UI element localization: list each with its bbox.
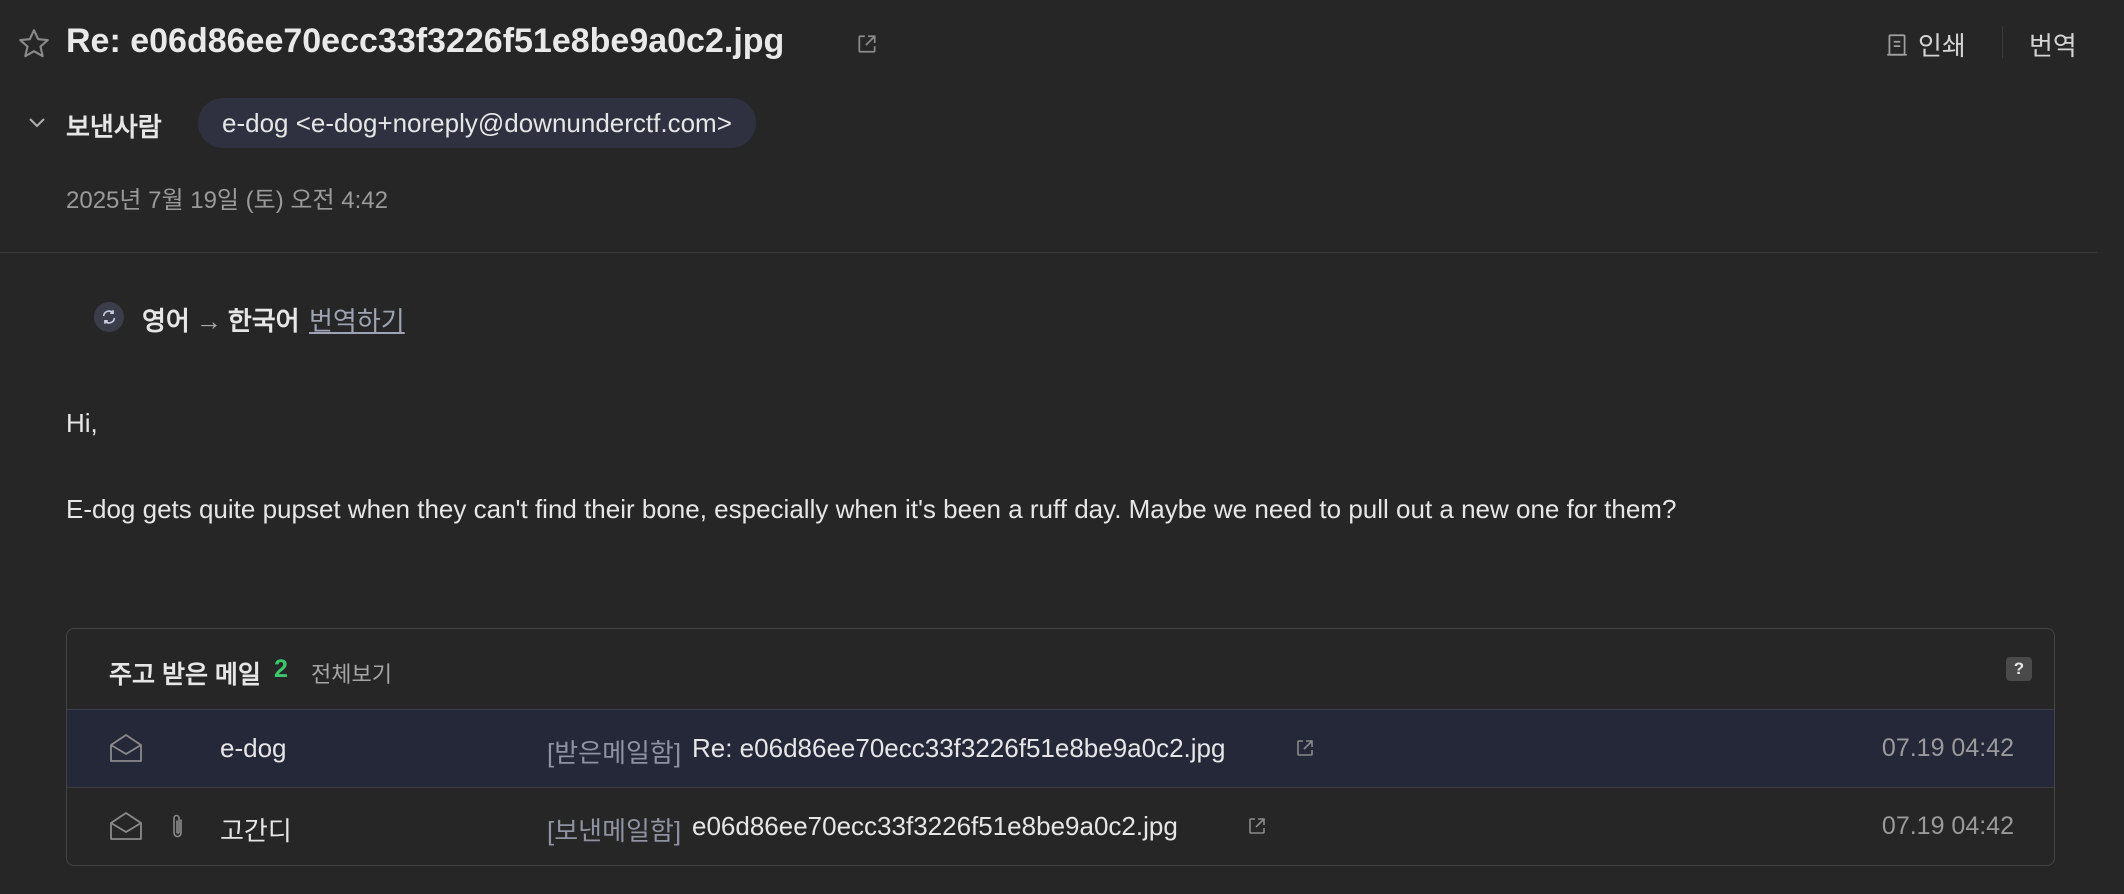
thread-row-time: 07.19 04:42	[1881, 812, 2014, 840]
thread-row[interactable]: 고간디 [보낸메일함] e06d86ee70ecc33f3226f51e8be9…	[67, 787, 2054, 865]
translate-languages: 영어 → 한국어	[142, 301, 300, 338]
translate-button[interactable]: 번역	[2029, 26, 2077, 63]
translate-icon	[94, 302, 124, 332]
external-link-icon[interactable]	[1247, 816, 1267, 836]
thread-row-time: 07.19 04:42	[1881, 734, 2014, 762]
thread-row-subject[interactable]: Re: e06d86ee70ecc33f3226f51e8be9a0c2.jpg	[692, 733, 1225, 764]
print-label: 인쇄	[1918, 31, 1966, 61]
arrow-icon: →	[195, 306, 222, 336]
thread-row-subject[interactable]: e06d86ee70ecc33f3226f51e8be9a0c2.jpg	[692, 811, 1178, 842]
mail-date: 2025년 7월 19일 (토) 오전 4:42	[66, 187, 388, 214]
thread-row[interactable]: e-dog [받은메일함] Re: e06d86ee70ecc33f3226f5…	[67, 709, 2054, 787]
mail-subject: Re: e06d86ee70ecc33f3226f51e8be9a0c2.jpg	[66, 22, 785, 60]
sender-label: 보낸사람	[66, 112, 162, 142]
print-icon	[1884, 32, 1910, 58]
paperclip-icon	[169, 812, 187, 842]
source-language: 영어	[142, 306, 190, 336]
target-language: 한국어	[227, 306, 300, 336]
view-all-link[interactable]: 전체보기	[311, 657, 392, 689]
envelope-open-icon	[109, 811, 143, 841]
help-button[interactable]: ?	[2006, 657, 2032, 681]
translate-link[interactable]: 번역하기	[309, 301, 405, 338]
thread-row-folder: [보낸메일함]	[547, 816, 682, 846]
toolbar-divider	[2002, 26, 2003, 58]
body-paragraph: E-dog gets quite pupset when they can't …	[66, 494, 1677, 524]
chevron-down-icon[interactable]	[26, 112, 48, 134]
thread-panel: 주고 받은 메일 2 전체보기 ? e-dog [받은메일함] Re: e06d…	[66, 628, 2055, 866]
print-button[interactable]: 인쇄	[1884, 26, 1966, 63]
thread-row-sender: e-dog	[220, 733, 287, 763]
header-divider	[0, 252, 2097, 253]
external-link-icon[interactable]	[1295, 738, 1315, 758]
star-icon[interactable]	[16, 26, 52, 62]
thread-title: 주고 받은 메일	[109, 661, 261, 689]
sender-chip[interactable]: e-dog <e-dog+noreply@downunderctf.com>	[198, 98, 756, 148]
thread-row-sender: 고간디	[220, 816, 292, 846]
body-greeting: Hi,	[66, 408, 98, 438]
thread-row-folder: [받은메일함]	[547, 738, 682, 768]
thread-count: 2	[274, 655, 288, 683]
envelope-open-icon	[109, 733, 143, 763]
external-link-icon[interactable]	[856, 33, 878, 55]
